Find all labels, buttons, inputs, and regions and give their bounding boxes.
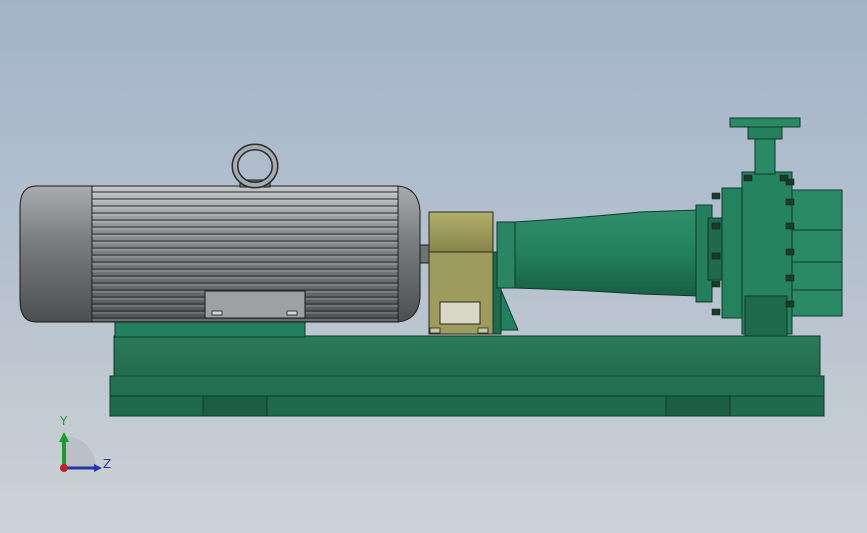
flange-bolt [743, 174, 753, 182]
motor[interactable] [19, 143, 431, 338]
flange-bolt [711, 222, 721, 230]
pump-volute[interactable] [711, 117, 843, 337]
base-frame[interactable] [109, 335, 825, 417]
flange-bolt [779, 174, 789, 182]
y-axis-label: Y [60, 414, 68, 428]
flange-bolt [711, 280, 721, 288]
flange-bolt [785, 300, 795, 308]
pump-casing[interactable] [496, 204, 723, 303]
z-axis-label: Z [103, 457, 112, 471]
flange-bolt [785, 222, 795, 230]
z-axis-arrow [94, 464, 102, 472]
flange-bolt [785, 274, 795, 282]
origin-dot [60, 464, 68, 472]
flange-bolt [785, 198, 795, 206]
flange-bolt [711, 252, 721, 260]
coordinate-triad [59, 432, 102, 472]
model-scene[interactable] [0, 0, 867, 533]
flange-bolt [711, 192, 721, 200]
graphics-viewport[interactable]: Y Z [0, 0, 867, 533]
flange-bolt [711, 308, 721, 316]
flange-bolt [785, 248, 795, 256]
